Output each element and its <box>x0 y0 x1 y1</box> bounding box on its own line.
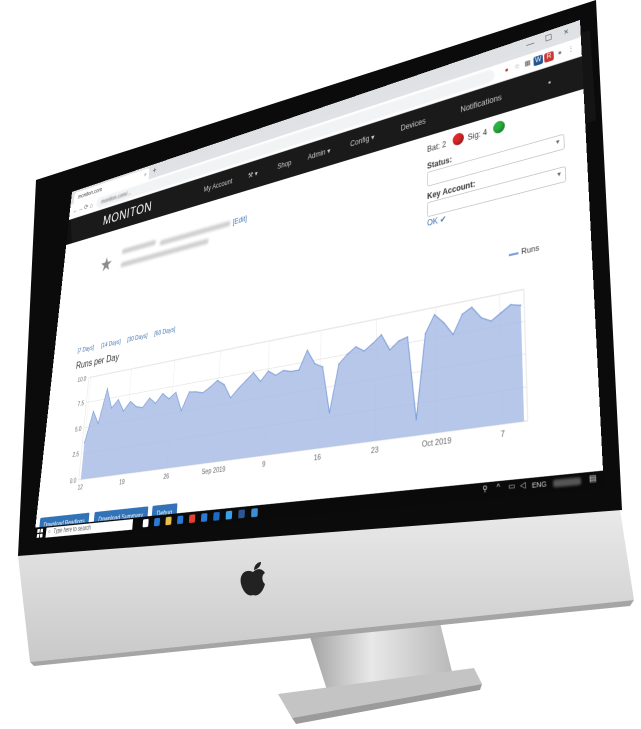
windows-start-icon[interactable] <box>36 528 44 538</box>
y-tick-label: 5.0 <box>75 425 82 434</box>
menu-icon[interactable]: ⋮ <box>566 44 576 56</box>
explorer-icon[interactable] <box>165 516 172 526</box>
forward-icon[interactable]: → <box>78 204 84 213</box>
w-icon[interactable]: W <box>533 54 544 67</box>
store-icon[interactable] <box>176 515 184 525</box>
new-tab-button[interactable]: + <box>152 165 157 176</box>
search-icon: ○ <box>47 528 51 536</box>
chrome-icon[interactable] <box>188 514 196 524</box>
chevron-down-icon: ▾ <box>557 170 562 179</box>
x-tick-label: 16 <box>314 453 322 464</box>
close-window-button[interactable]: × <box>564 27 569 38</box>
runs-per-day-chart: 0.0 2.5 5.0 7.5 10.0 12 19 26 Sep 2019 9 16 23 Oct 2… <box>69 275 555 493</box>
x-tick-label: 19 <box>119 478 126 487</box>
outlook-icon[interactable] <box>213 511 220 521</box>
nav-devices[interactable]: Devices <box>401 116 426 133</box>
battery-indicator <box>452 131 464 147</box>
signal-indicator <box>493 119 506 135</box>
nav-more[interactable]: ▪ <box>548 77 551 87</box>
chart-legend: Runs <box>508 243 540 260</box>
device-name <box>121 239 156 255</box>
adblock-icon[interactable]: ● <box>502 65 511 77</box>
edit-link[interactable]: [Edit] <box>232 213 247 226</box>
edge-icon[interactable] <box>153 517 161 527</box>
range-30-days[interactable]: [30 Days] <box>127 332 148 344</box>
x-tick-label: 26 <box>163 472 170 482</box>
clock[interactable] <box>552 477 582 488</box>
search-placeholder: Type here to search <box>53 524 92 536</box>
app-icon[interactable] <box>251 508 258 518</box>
range-60-days[interactable]: [60 Days] <box>154 326 176 338</box>
maximize-button[interactable]: ☐ <box>545 32 553 44</box>
y-tick-label: 2.5 <box>72 451 79 460</box>
profile-icon[interactable]: ● <box>555 47 565 59</box>
star-icon[interactable]: ☆ <box>512 61 521 73</box>
nav-notifications[interactable]: Notifications <box>460 92 502 114</box>
y-tick-label: 0.0 <box>69 477 76 486</box>
mail-icon[interactable] <box>200 513 208 522</box>
minimize-button[interactable]: — <box>526 38 534 50</box>
x-tick-label: 7 <box>500 429 505 441</box>
nav-tools[interactable]: ⚒ ▾ <box>248 169 258 180</box>
y-tick-label: 10.0 <box>77 375 87 385</box>
signal-label: Sig: 4 <box>467 127 488 143</box>
nav-admin[interactable]: Admin ▾ <box>308 146 331 161</box>
favorite-star-icon[interactable]: ★ <box>99 252 113 277</box>
x-tick-label: Oct 2019 <box>422 436 452 450</box>
ie-icon[interactable] <box>225 510 233 520</box>
x-tick-label: 12 <box>77 483 83 492</box>
y-tick-label: 7.5 <box>77 400 84 409</box>
x-tick-label: Sep 2019 <box>201 465 226 477</box>
range-14-days[interactable]: [14 Days] <box>101 338 121 349</box>
grid-icon[interactable]: ▦ <box>523 58 533 70</box>
nav-config[interactable]: Config ▾ <box>350 132 374 148</box>
home-icon[interactable]: ⌂ <box>90 201 94 210</box>
reload-icon[interactable]: ⟳ <box>84 202 89 212</box>
tray-chevron-icon[interactable]: ^ <box>497 483 501 492</box>
chevron-down-icon: ▾ <box>555 137 560 147</box>
network-icon[interactable]: ▭ <box>508 482 515 492</box>
volume-icon[interactable]: ◁ <box>520 481 526 491</box>
battery-label: Bat: 2 <box>427 139 447 155</box>
imac-computer: moniton.com × + — ☐ × ← → ⟳ ⌂ moniton.co… <box>0 0 641 729</box>
x-tick-label: 9 <box>262 460 266 470</box>
nav-my-account[interactable]: My Account <box>203 177 232 194</box>
r-icon[interactable]: R <box>544 50 554 64</box>
word-icon[interactable] <box>238 509 245 519</box>
x-tick-label: 23 <box>371 445 379 456</box>
legend-runs-label: Runs <box>521 243 540 257</box>
nav-shop[interactable]: Shop <box>277 158 291 171</box>
action-center-icon[interactable]: ▤ <box>589 474 597 484</box>
tray-people-icon[interactable]: ⚲ <box>482 485 487 494</box>
task-view-icon[interactable] <box>142 518 149 528</box>
range-7-days[interactable]: [7 Days] <box>77 344 94 354</box>
language-indicator[interactable]: ENG <box>532 480 547 490</box>
